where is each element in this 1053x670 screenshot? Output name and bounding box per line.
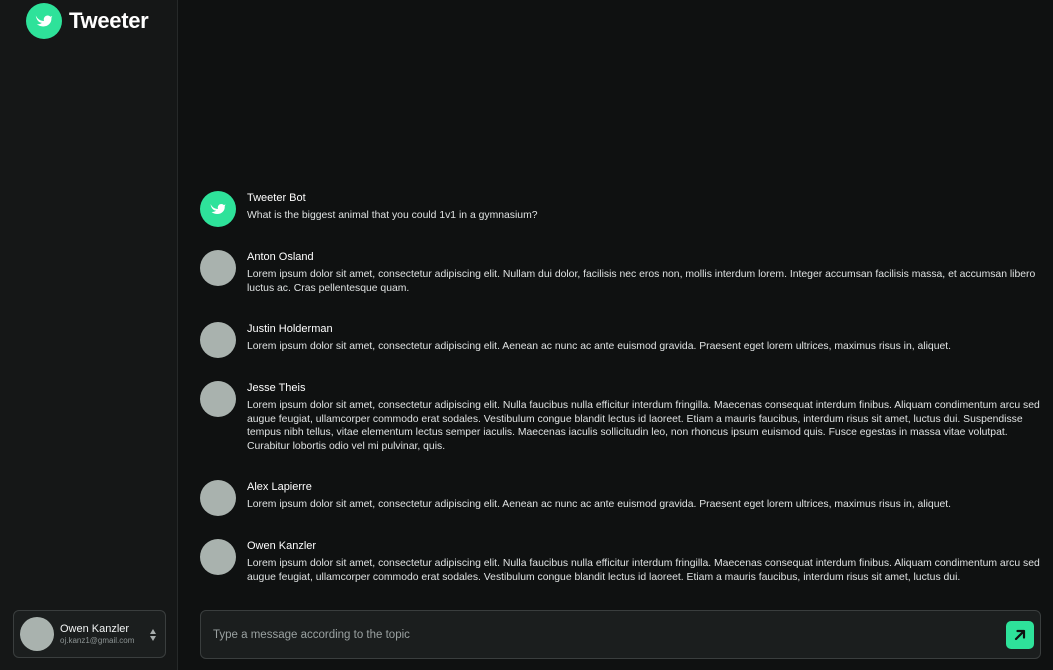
message-author: Anton Osland — [247, 251, 314, 263]
avatar — [200, 480, 236, 516]
account-name: Owen Kanzler — [60, 623, 130, 635]
app-logo[interactable]: Tweeter — [26, 3, 149, 39]
send-button[interactable] — [1006, 621, 1034, 649]
account-switcher[interactable]: Owen Kanzler oj.kanz1@gmail.com — [13, 610, 166, 658]
message-feed: Tweeter Bot What is the biggest animal t… — [179, 0, 1053, 600]
bird-icon — [210, 204, 226, 214]
sidebar: Tweeter Owen Kanzler oj.kanz1@gmail.com — [0, 0, 178, 670]
message-composer — [200, 610, 1041, 659]
avatar — [200, 381, 236, 417]
arrow-up-right-icon — [1014, 629, 1026, 641]
message-author: Justin Holderman — [247, 323, 333, 335]
message-input[interactable] — [213, 611, 993, 658]
bot-avatar — [200, 191, 236, 227]
avatar — [200, 322, 236, 358]
avatar — [200, 250, 236, 286]
bird-icon — [26, 3, 62, 39]
message-author: Owen Kanzler — [247, 540, 317, 552]
message-text: Lorem ipsum dolor sit amet, consectetur … — [247, 269, 1036, 294]
avatar — [200, 539, 236, 575]
message-author: Tweeter Bot — [247, 192, 306, 204]
app-name: Tweeter — [69, 8, 149, 33]
message-author: Jesse Theis — [247, 382, 306, 394]
message-text: Lorem ipsum dolor sit amet, consectetur … — [247, 499, 952, 510]
message-text: What is the biggest animal that you coul… — [247, 210, 538, 221]
avatar — [20, 617, 54, 651]
chevron-up-down-icon — [148, 625, 158, 645]
message-text: Lorem ipsum dolor sit amet, consectetur … — [247, 558, 1040, 583]
account-info: Owen Kanzler oj.kanz1@gmail.com — [60, 622, 142, 646]
message-text: Lorem ipsum dolor sit amet, consectetur … — [247, 341, 952, 352]
account-email: oj.kanz1@gmail.com — [60, 636, 135, 645]
message-author: Alex Lapierre — [247, 481, 312, 493]
message-text: Lorem ipsum dolor sit amet, consectetur … — [247, 400, 1040, 452]
